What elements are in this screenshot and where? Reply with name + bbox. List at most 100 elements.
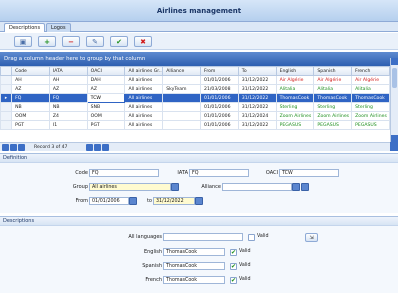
column-header-group[interactable]: All airlines Gr... [124, 66, 164, 76]
code-field[interactable]: FQ [89, 169, 159, 177]
cell-group[interactable]: All airlines [124, 84, 164, 94]
last-record-icon[interactable] [102, 144, 109, 151]
cell-group[interactable]: All airlines [124, 75, 164, 85]
cell-from[interactable]: 01/01/2006 [200, 75, 239, 85]
cell-french[interactable]: PEGASUS [351, 120, 390, 130]
cell-to[interactable]: 31/12/2022 [237, 75, 277, 85]
french-valid-checkbox[interactable]: ✔ [230, 277, 237, 284]
save-button[interactable]: ▣ [14, 36, 32, 47]
cell-to[interactable]: 31/12/2022 [237, 120, 277, 130]
spanish-description-field[interactable]: ThomasCook [163, 262, 225, 270]
cell-iata[interactable]: Z4 [48, 111, 88, 121]
row-indicator[interactable]: ▸ [0, 93, 13, 103]
cell-group[interactable]: All airlines [124, 111, 164, 121]
table-row[interactable]: AZ AZ AZ All airlines SkyTeam 21/03/2008 31/12… [0, 84, 390, 94]
cell-code[interactable]: AH [11, 75, 50, 85]
prev-page-icon[interactable] [10, 144, 17, 151]
group-select[interactable]: All airlines [89, 183, 171, 191]
column-header-oaci[interactable]: OACI [86, 66, 126, 76]
cell-to[interactable]: 31/12/2022 [237, 93, 277, 103]
cell-to[interactable]: 31/12/2022 [237, 102, 277, 112]
cell-group[interactable]: All airlines [124, 93, 164, 103]
cell-iata[interactable]: FQ [48, 93, 88, 103]
english-description-field[interactable]: ThomasCook [163, 248, 225, 256]
cell-oaci[interactable]: DAH [86, 75, 126, 85]
cell-english[interactable]: Air Algérie [275, 75, 315, 85]
confirm-button[interactable]: ✔ [110, 36, 128, 47]
english-valid-checkbox[interactable]: ✔ [230, 249, 237, 256]
iata-field[interactable]: FQ [189, 169, 249, 177]
chevron-down-icon[interactable] [171, 183, 179, 191]
cell-oaci[interactable]: AZ [86, 84, 126, 94]
grid-vertical-scrollbar[interactable] [390, 58, 398, 142]
cell-alliance[interactable] [162, 120, 202, 130]
cell-to[interactable]: 31/12/2024 [237, 111, 277, 121]
cell-code[interactable]: PGT [11, 120, 50, 130]
cancel-button[interactable]: ✖ [134, 36, 152, 47]
column-header-from[interactable]: From [200, 66, 239, 76]
to-date-field[interactable]: 31/12/2022 [153, 197, 195, 205]
cell-code[interactable]: AZ [11, 84, 50, 94]
cell-iata[interactable]: NB [48, 102, 88, 112]
group-by-panel[interactable]: Drag a column header here to group by th… [0, 52, 398, 66]
oaci-field[interactable]: TCW [279, 169, 339, 177]
cell-group[interactable]: All airlines [124, 120, 164, 130]
cell-french[interactable]: Sterling [351, 102, 390, 112]
cell-from[interactable]: 21/03/2008 [200, 84, 239, 94]
cell-spanish[interactable]: Air Algérie [313, 75, 353, 85]
column-header-spanish[interactable]: Spanish [313, 66, 353, 76]
row-indicator[interactable] [0, 84, 13, 94]
edit-button[interactable]: ✎ [86, 36, 104, 47]
table-row[interactable]: ▸ FQ FQ TCW All airlines 01/01/2006 31/12/2022… [0, 93, 390, 103]
calendar-icon[interactable] [129, 197, 137, 205]
column-header-alliance[interactable]: Alliance [162, 66, 202, 76]
cell-from[interactable]: 01/01/2006 [200, 93, 239, 103]
cell-alliance[interactable] [162, 93, 202, 103]
tab-descriptions[interactable]: Descriptions [4, 23, 46, 32]
column-header-english[interactable]: English [275, 66, 315, 76]
scroll-down-icon[interactable] [391, 135, 398, 142]
column-header-to[interactable]: To [237, 66, 277, 76]
cell-alliance[interactable] [162, 111, 202, 121]
cell-english[interactable]: Alitalia [275, 84, 315, 94]
cell-group[interactable]: All airlines [124, 102, 164, 112]
table-row[interactable]: NB NB SNB All airlines 01/01/2006 31/12/2022 S… [0, 102, 390, 112]
cell-iata[interactable]: AZ [48, 84, 88, 94]
from-date-field[interactable]: 01/01/2006 [89, 197, 129, 205]
all-languages-field[interactable] [163, 233, 243, 241]
cell-iata[interactable]: I1 [48, 120, 88, 130]
cell-spanish[interactable]: Alitalia [313, 84, 353, 94]
french-description-field[interactable]: ThomasCook [163, 276, 225, 284]
all-languages-valid-checkbox[interactable] [248, 234, 255, 241]
cell-from[interactable]: 01/01/2006 [200, 120, 239, 130]
cell-oaci[interactable]: SNB [86, 102, 126, 112]
scroll-up-icon[interactable] [391, 58, 398, 65]
add-button[interactable]: + [38, 36, 56, 47]
cell-spanish[interactable]: Sterling [313, 102, 353, 112]
cell-english[interactable]: Zoom Airlines [275, 111, 315, 121]
next-page-icon[interactable] [94, 144, 101, 151]
calendar-icon[interactable] [195, 197, 203, 205]
row-indicator[interactable] [0, 111, 13, 121]
table-row[interactable]: AH AH DAH All airlines 01/01/2006 31/12/2022 A… [0, 75, 390, 85]
clear-alliance-icon[interactable] [301, 183, 309, 191]
table-row[interactable]: OOM Z4 OOM All airlines 01/01/2006 31/12/2024… [0, 111, 390, 121]
cell-french[interactable]: Alitalia [351, 84, 390, 94]
cell-french[interactable]: Air Algérie [351, 75, 390, 85]
cell-oaci[interactable]: PGT [86, 120, 126, 130]
cell-code[interactable]: OOM [11, 111, 50, 121]
cell-alliance[interactable] [162, 102, 202, 112]
cell-iata[interactable]: AH [48, 75, 88, 85]
column-header-french[interactable]: French [351, 66, 390, 76]
row-indicator[interactable] [0, 75, 13, 85]
apply-all-languages-button[interactable]: ⇲ [305, 233, 318, 242]
prev-record-icon[interactable] [18, 144, 25, 151]
tab-logos[interactable]: Logos [46, 23, 71, 32]
cell-french[interactable]: ThomasCook [351, 93, 390, 103]
alliance-select[interactable] [222, 183, 292, 191]
scroll-corner-icon[interactable] [390, 142, 398, 151]
scroll-thumb[interactable] [392, 68, 397, 88]
cell-oaci[interactable]: OOM [86, 111, 126, 121]
cell-alliance[interactable]: SkyTeam [162, 84, 202, 94]
cell-oaci[interactable]: TCW [86, 93, 126, 103]
